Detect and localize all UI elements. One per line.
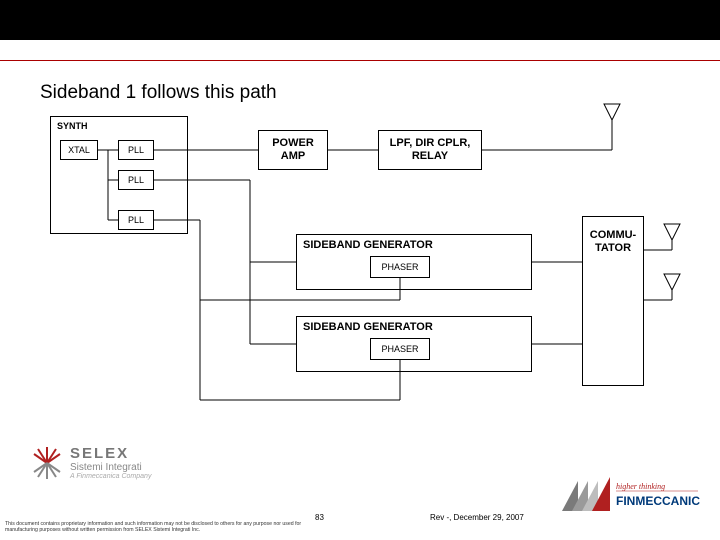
disclaimer-text: This document contains proprietary infor… bbox=[5, 522, 325, 534]
selex-brand: SELEX bbox=[70, 445, 151, 462]
selex-fan-icon bbox=[30, 446, 64, 480]
page-number: 83 bbox=[315, 513, 324, 522]
selex-brand-sub: Sistemi Integrati bbox=[70, 462, 151, 473]
finmeccanica-tag: higher thinking bbox=[616, 482, 665, 491]
finmeccanica-logo-block: higher thinking FINMECCANICA bbox=[550, 475, 700, 526]
rev-date: Rev -, December 29, 2007 bbox=[430, 513, 524, 522]
selex-logo-block: SELEX Sistemi Integrati A Finmeccanica C… bbox=[30, 445, 151, 480]
selex-brand-tag: A Finmeccanica Company bbox=[70, 473, 151, 480]
antenna-icon bbox=[664, 274, 680, 290]
antenna-icon bbox=[664, 224, 680, 240]
finmeccanica-brand: FINMECCANICA bbox=[616, 494, 700, 508]
antenna-icon bbox=[604, 104, 620, 120]
